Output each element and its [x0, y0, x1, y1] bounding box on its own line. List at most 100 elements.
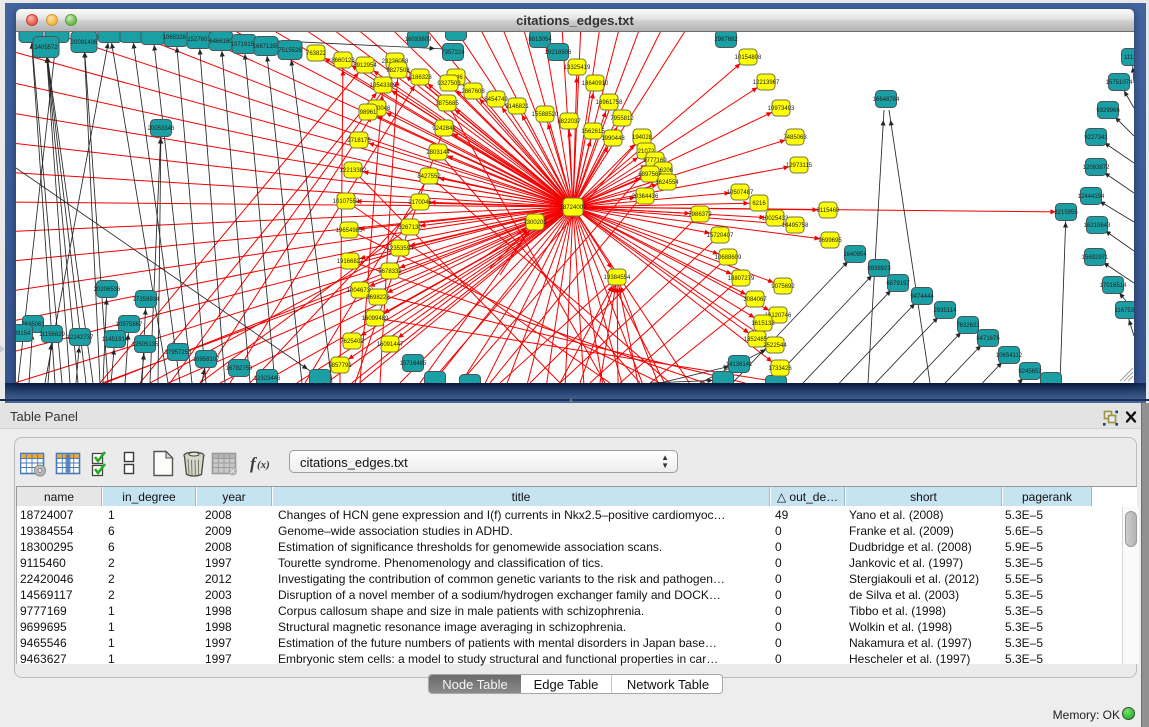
svg-text:9245652: 9245652: [1018, 369, 1042, 375]
svg-text:10507487: 10507487: [727, 190, 754, 196]
svg-text:7625402: 7625402: [340, 339, 364, 345]
svg-text:9857791: 9857791: [328, 363, 352, 369]
svg-text:16033809: 16033809: [405, 37, 432, 43]
svg-text:8938923: 8938923: [867, 266, 891, 272]
svg-text:(x): (x): [257, 459, 270, 471]
svg-text:19654985: 19654985: [336, 228, 363, 234]
svg-text:12213382: 12213382: [340, 168, 367, 174]
svg-text:9115460: 9115460: [817, 208, 841, 214]
svg-text:2867608: 2867608: [461, 89, 485, 95]
svg-text:9698222: 9698222: [366, 295, 390, 301]
svg-text:16648784: 16648784: [873, 97, 900, 103]
svg-text:20206536: 20206536: [94, 287, 121, 293]
svg-text:7485063: 7485063: [783, 135, 807, 141]
svg-text:16210643: 16210643: [1084, 223, 1111, 229]
svg-text:2522544: 2522544: [763, 343, 787, 349]
svg-text:8822037: 8822037: [557, 119, 581, 125]
svg-text:1640954: 1640954: [843, 252, 867, 258]
svg-text:2987682: 2987682: [714, 37, 738, 43]
svg-text:11125: 11125: [1124, 55, 1134, 61]
svg-text:9146821: 9146821: [505, 104, 529, 110]
svg-text:8912954: 8912954: [353, 63, 377, 69]
svg-text:12323446: 12323446: [254, 376, 281, 382]
svg-text:12353594: 12353594: [387, 246, 414, 252]
svg-text:15716485: 15716485: [400, 361, 427, 367]
svg-text:12505135: 12505135: [132, 342, 159, 348]
svg-text:14495758: 14495758: [782, 223, 809, 229]
svg-text:9827503: 9827503: [386, 68, 410, 74]
svg-text:16099489: 16099489: [362, 316, 389, 322]
svg-text:20053346: 20053346: [148, 126, 175, 132]
svg-text:98961: 98961: [360, 110, 377, 116]
svg-text:18640910: 18640910: [582, 81, 609, 87]
svg-text:10973493: 10973493: [768, 106, 795, 112]
svg-text:13325419: 13325419: [564, 65, 591, 71]
svg-text:2935114: 2935114: [934, 308, 958, 314]
svg-text:1615132: 1615132: [751, 321, 775, 327]
svg-text:8660123: 8660123: [331, 58, 355, 64]
svg-text:9474444: 9474444: [910, 294, 934, 300]
svg-text:763822: 763822: [306, 51, 327, 57]
svg-text:9327503: 9327503: [437, 81, 461, 87]
svg-text:15720407: 15720407: [707, 233, 734, 239]
svg-text:10975867: 10975867: [116, 322, 143, 328]
svg-text:12444194: 12444194: [1078, 194, 1105, 200]
svg-text:16091447: 16091447: [377, 342, 404, 348]
svg-text:17016514: 17016514: [1100, 283, 1127, 289]
svg-text:10025433: 10025433: [762, 216, 789, 222]
svg-text:8471676: 8471676: [976, 336, 1000, 342]
svg-text:2170046: 2170046: [408, 200, 432, 206]
svg-text:12973115: 12973115: [786, 163, 813, 169]
svg-text:15751074: 15751074: [1106, 80, 1133, 86]
svg-text:19384554: 19384554: [604, 275, 631, 281]
svg-text:6216: 6216: [752, 201, 766, 207]
svg-text:10688609: 10688609: [715, 255, 742, 261]
svg-text:8678332: 8678332: [378, 269, 402, 275]
svg-text:3215955: 3215955: [1054, 210, 1078, 216]
svg-text:2718176: 2718176: [347, 138, 371, 144]
svg-text:16671355: 16671355: [253, 44, 280, 50]
svg-text:20091406: 20091406: [71, 40, 98, 46]
svg-text:8813054: 8813054: [528, 37, 552, 43]
svg-text:12093872: 12093872: [1083, 165, 1110, 171]
svg-text:9075692: 9075692: [771, 284, 795, 290]
svg-text:1405572: 1405572: [34, 45, 58, 51]
svg-text:3267130: 3267130: [398, 225, 422, 231]
svg-text:6879197: 6879197: [886, 281, 910, 287]
svg-text:1167533: 1167533: [1115, 308, 1134, 314]
svg-text:12242737: 12242737: [67, 335, 94, 341]
svg-text:1990448: 1990448: [601, 136, 625, 142]
svg-text:8454749: 8454749: [484, 97, 508, 103]
svg-text:20364436: 20364436: [632, 194, 659, 200]
svg-text:9227341: 9227341: [1084, 135, 1108, 141]
svg-text:8427552: 8427552: [417, 174, 441, 180]
svg-text:9242848: 9242848: [432, 126, 456, 132]
svg-text:3875685: 3875685: [435, 101, 459, 107]
svg-text:9699695: 9699695: [818, 238, 842, 244]
svg-text:15588520: 15588520: [532, 112, 559, 118]
svg-text:17359934: 17359934: [133, 297, 160, 303]
svg-text:10543382: 10543382: [370, 83, 397, 89]
svg-text:7357224: 7357224: [441, 50, 465, 56]
svg-text:1527602: 1527602: [187, 37, 211, 43]
svg-text:7515526: 7515526: [278, 48, 302, 54]
svg-text:39154: 39154: [16, 331, 31, 337]
svg-text:17957253: 17957253: [165, 350, 192, 356]
svg-text:19166827: 19166827: [337, 259, 364, 265]
svg-text:11156829: 11156829: [39, 332, 65, 338]
svg-text:3084067: 3084067: [743, 297, 767, 303]
svg-text:18724007: 18724007: [560, 205, 587, 211]
svg-text:14136141: 14136141: [726, 362, 753, 368]
svg-text:9329966: 9329966: [1096, 108, 1120, 114]
svg-text:19218506: 19218506: [545, 50, 572, 56]
svg-text:1562615: 1562615: [581, 129, 605, 135]
svg-text:16961758: 16961758: [596, 100, 623, 106]
svg-text:8186328: 8186328: [408, 75, 432, 81]
svg-text:194028: 194028: [632, 135, 653, 141]
svg-text:7955812: 7955812: [610, 116, 634, 122]
svg-text:1733426: 1733426: [768, 366, 792, 372]
svg-text:10654112: 10654112: [996, 353, 1023, 359]
svg-text:2803144: 2803144: [426, 150, 450, 156]
svg-text:10154808: 10154808: [735, 55, 762, 61]
svg-text:1300203: 1300203: [523, 220, 547, 226]
